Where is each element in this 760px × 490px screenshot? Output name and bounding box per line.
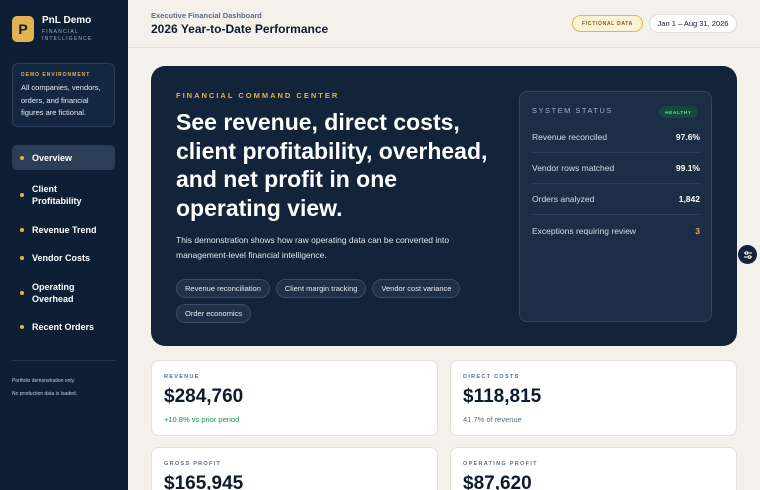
kpi-label: OPERATING PROFIT — [463, 461, 538, 467]
sidebar-item-vendor-costs[interactable]: Vendor Costs — [12, 248, 115, 268]
hero-kicker: FINANCIAL COMMAND CENTER — [176, 91, 340, 100]
status-value: 99.1% — [675, 163, 700, 173]
sidebar: P PnL Demo FINANCIAL INTELLIGENCE DEMO E… — [0, 0, 128, 490]
sidebar-item-revenue-trend[interactable]: Revenue Trend — [12, 220, 115, 240]
sidebar-item-label: Vendor Costs — [32, 253, 91, 263]
sidebar-item-overview[interactable]: Overview — [12, 145, 115, 170]
sidebar-item-label: Overview — [32, 152, 73, 163]
demo-environment-notice: DEMO ENVIRONMENT All companies, vendors,… — [12, 63, 115, 127]
page-subtitle: Executive Financial Dashboard — [151, 11, 262, 20]
status-label: Vendor rows matched — [532, 163, 615, 173]
footer-line: Portfolio demonstration only. — [12, 378, 75, 384]
sliders-glyph — [743, 250, 752, 259]
demo-text: All companies, vendors, orders, and fina… — [21, 83, 101, 117]
pill-vendor-cost-variance[interactable]: Vendor cost variance — [372, 279, 461, 298]
kpi-value: $87,620 — [463, 473, 532, 490]
status-badge: HEALTHY — [659, 106, 698, 118]
fictional-data-badge: FICTIONAL DATA — [572, 15, 643, 32]
page-title: 2026 Year-to-Date Performance — [151, 22, 329, 36]
brand-subtitle: FINANCIAL INTELLIGENCE — [42, 29, 93, 42]
brand-name: PnL Demo — [42, 15, 92, 26]
status-value: 97.6% — [675, 132, 700, 142]
settings-sliders-icon[interactable] — [738, 245, 757, 264]
status-label: Exceptions requiring review — [532, 225, 636, 236]
status-row: Orders analyzed 1,842 — [532, 184, 700, 215]
footer-line: No production data is loaded. — [12, 391, 78, 397]
kpi-note: 41.7% of revenue — [463, 415, 522, 424]
sidebar-nav: Overview Client Profitability Revenue Tr… — [12, 145, 115, 337]
kpi-value: $284,760 — [164, 386, 244, 407]
status-label: Revenue reconciled — [532, 132, 608, 142]
pill-revenue-reconciliation[interactable]: Revenue reconciliation — [176, 279, 270, 298]
sidebar-item-operating-overhead[interactable]: Operating Overhead — [12, 274, 115, 312]
status-row: Revenue reconciled 97.6% — [532, 122, 700, 153]
kpi-label: DIRECT COSTS — [463, 374, 520, 380]
sidebar-item-label: Revenue Trend — [32, 225, 97, 235]
system-status-card: SYSTEM STATUS HEALTHY Revenue reconciled… — [519, 91, 712, 322]
header-divider — [128, 47, 760, 48]
pill-client-margin-tracking[interactable]: Client margin tracking — [275, 279, 367, 298]
brand[interactable]: P PnL Demo FINANCIAL INTELLIGENCE — [12, 15, 102, 43]
date-range-picker[interactable]: Jan 1 – Aug 31, 2026 — [649, 14, 737, 33]
hero-headline: See revenue, direct costs, client profit… — [176, 109, 488, 221]
sidebar-footer: Portfolio demonstration only. No product… — [12, 375, 77, 401]
hero-description: This demonstration shows how raw operati… — [176, 235, 450, 260]
status-label: Orders analyzed — [532, 194, 595, 204]
operating-profit-card: OPERATING PROFIT $87,620 — [450, 447, 737, 490]
sidebar-item-recent-orders[interactable]: Recent Orders — [12, 317, 115, 337]
sidebar-item-label: Client Profitability — [32, 184, 82, 206]
sidebar-item-client-profitability[interactable]: Client Profitability — [12, 173, 115, 217]
bullet-icon — [20, 193, 24, 197]
direct-costs-card: DIRECT COSTS $118,815 41.7% of revenue — [450, 360, 737, 436]
status-title: SYSTEM STATUS — [532, 106, 613, 115]
bullet-icon — [20, 291, 24, 295]
demo-label: DEMO ENVIRONMENT — [21, 72, 91, 78]
gross-profit-card: GROSS PROFIT $165,945 — [151, 447, 438, 490]
sidebar-item-label: Operating Overhead — [32, 282, 75, 304]
kpi-label: GROSS PROFIT — [164, 461, 222, 467]
sidebar-item-label: Recent Orders — [32, 322, 95, 332]
sidebar-divider — [12, 360, 115, 361]
feature-pills: Revenue reconciliation Client margin trac… — [176, 278, 476, 328]
kpi-note: +10.8% vs prior period — [164, 415, 240, 424]
bullet-icon — [20, 228, 24, 232]
revenue-card: REVENUE $284,760 +10.8% vs prior period — [151, 360, 438, 436]
bullet-icon — [20, 155, 24, 160]
kpi-label: REVENUE — [164, 374, 200, 380]
kpi-value: $118,815 — [463, 386, 542, 407]
hero-panel: FINANCIAL COMMAND CENTER See revenue, di… — [151, 66, 737, 346]
status-value: 3 — [695, 225, 700, 236]
bullet-icon — [20, 325, 24, 329]
kpi-value: $165,945 — [164, 473, 244, 490]
pill-order-economics[interactable]: Order economics — [176, 304, 252, 323]
status-row: Exceptions requiring review 3 — [532, 215, 700, 246]
status-list: Revenue reconciled 97.6% Vendor rows mat… — [532, 122, 700, 246]
bullet-icon — [20, 256, 24, 260]
brand-logo: P — [12, 16, 34, 42]
status-row: Vendor rows matched 99.1% — [532, 153, 700, 184]
status-value: 1,842 — [678, 194, 700, 204]
